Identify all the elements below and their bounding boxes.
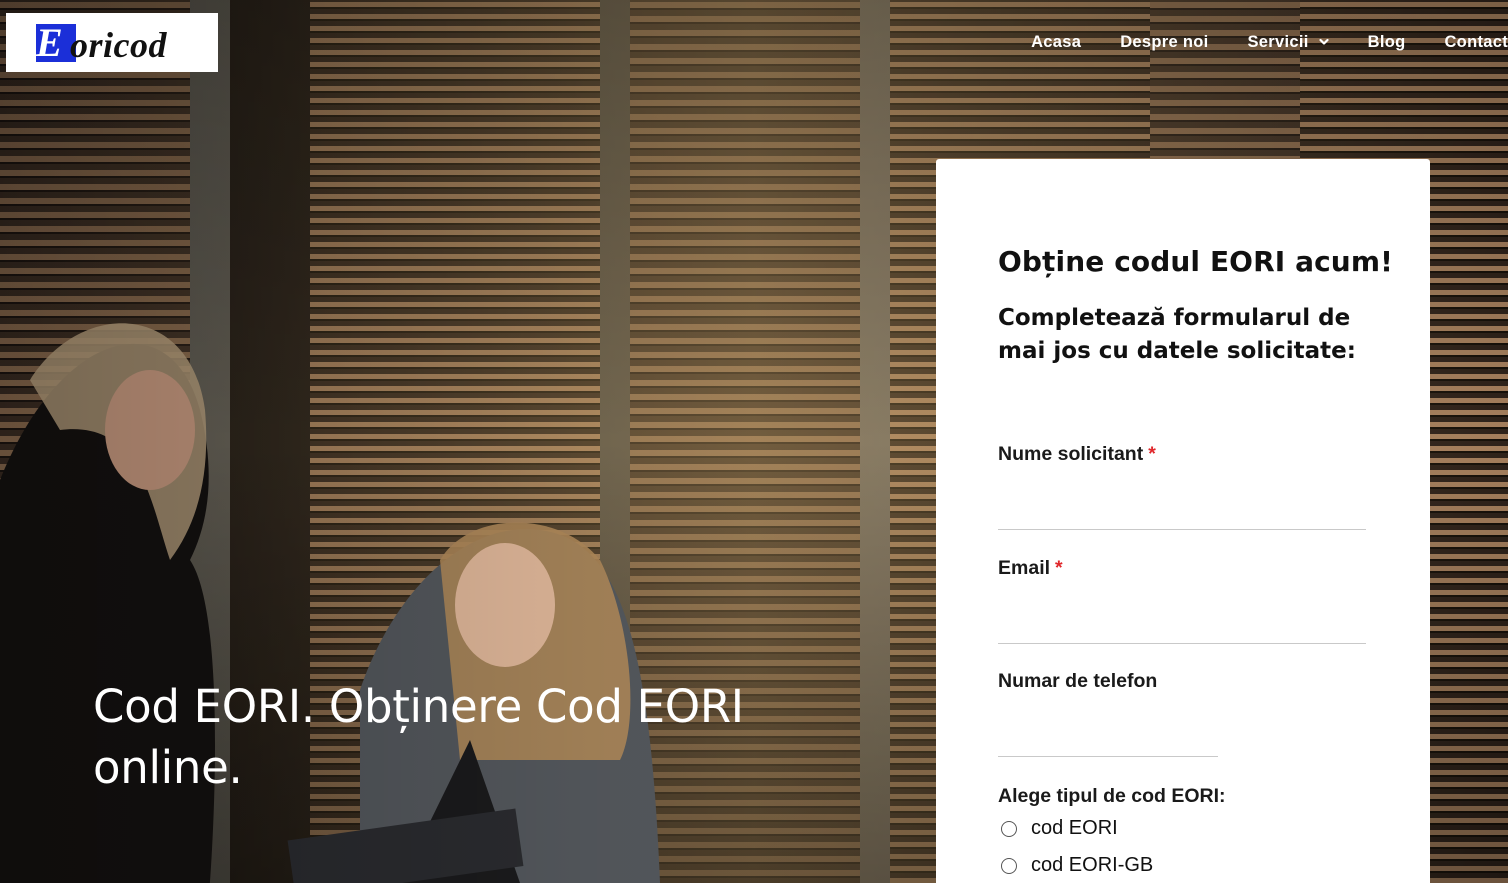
main-nav: Acasa Despre noi Servicii Blog Contact [1031, 30, 1508, 54]
radio-label: cod EORI-GB [1031, 854, 1154, 876]
phone-input[interactable] [998, 722, 1218, 757]
logo-letter: E [36, 20, 63, 65]
phone-label: Numar de telefon [998, 670, 1157, 693]
radio-button[interactable] [1001, 857, 1017, 874]
chevron-down-icon [1319, 38, 1329, 45]
form-title: Obține codul EORI acum! [998, 245, 1393, 278]
radio-option-cod-eori-gb[interactable]: cod EORI-GB [1001, 854, 1153, 877]
form-subtitle: Completează formularul de mai jos cu dat… [998, 305, 1356, 364]
page: E oricod Acasa Despre noi Servicii Blog … [0, 0, 1508, 883]
nav-item-despre-noi[interactable]: Despre noi [1120, 33, 1208, 52]
nav-label: Contact [1444, 32, 1508, 51]
name-label: Nume solicitant * [998, 443, 1156, 466]
email-input[interactable] [998, 609, 1366, 644]
radio-button[interactable] [1001, 820, 1017, 837]
nav-item-contact[interactable]: Contact [1444, 33, 1508, 52]
nav-label: Blog [1367, 32, 1406, 51]
nav-label: Despre noi [1120, 32, 1209, 51]
logo-text: oricod [70, 25, 167, 65]
nav-item-acasa[interactable]: Acasa [1031, 33, 1081, 52]
required-asterisk: * [1055, 557, 1063, 579]
site-logo[interactable]: E oricod [6, 13, 218, 72]
hero-title: Cod EORI. Obținere Cod EORI online. [93, 680, 744, 794]
radio-label: cod EORI [1031, 817, 1118, 839]
nav-item-servicii[interactable]: Servicii [1248, 33, 1329, 52]
name-label-text: Nume solicitant [998, 443, 1144, 465]
name-input[interactable] [998, 495, 1366, 530]
radio-option-cod-eori[interactable]: cod EORI [1001, 817, 1118, 840]
nav-label: Acasa [1031, 32, 1082, 51]
nav-item-blog[interactable]: Blog [1368, 33, 1406, 52]
email-label: Email * [998, 557, 1063, 580]
eori-type-label: Alege tipul de cod EORI: [998, 785, 1226, 807]
phone-label-text: Numar de telefon [998, 670, 1158, 692]
email-label-text: Email [998, 557, 1051, 579]
eori-request-form: Obține codul EORI acum! Completează form… [936, 159, 1430, 883]
required-asterisk: * [1148, 443, 1156, 465]
nav-label: Servicii [1247, 32, 1309, 51]
